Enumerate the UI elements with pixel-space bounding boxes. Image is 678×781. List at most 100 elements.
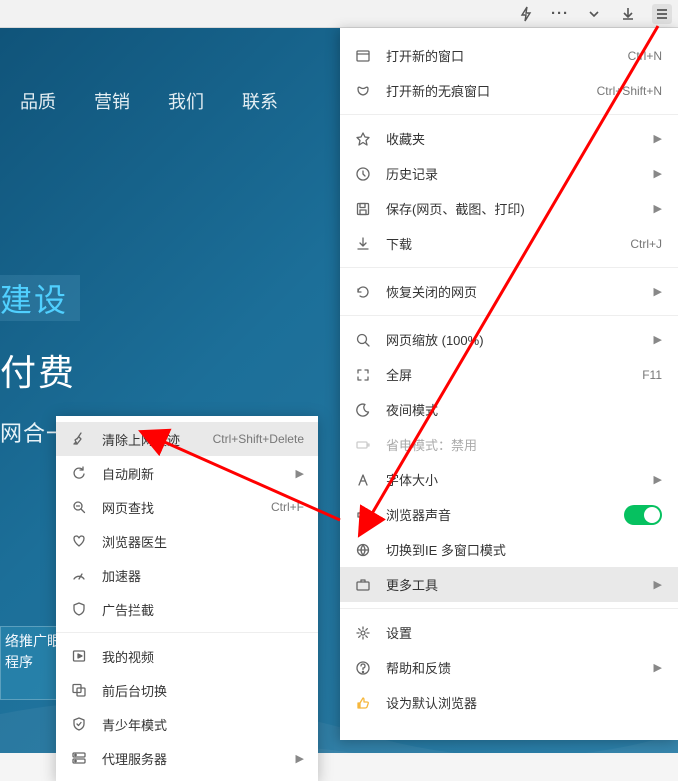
main_menu-item[interactable]: 收藏夹 ▶ — [340, 121, 678, 156]
menu-item-shortcut: Ctrl+N — [628, 49, 662, 63]
menu-item-label: 打开新的无痕窗口 — [386, 81, 583, 100]
reopen-icon — [354, 283, 372, 301]
main_menu-item[interactable]: 打开新的无痕窗口 Ctrl+Shift+N — [340, 73, 678, 108]
gear-icon — [354, 624, 372, 642]
hamburger-menu-button[interactable] — [652, 4, 672, 24]
menu-item-shortcut: Ctrl+F — [271, 500, 304, 514]
browser-main-menu: 打开新的窗口Ctrl+N打开新的无痕窗口Ctrl+Shift+N收藏夹▶历史记录… — [340, 28, 678, 740]
menu-item-label: 打开新的窗口 — [386, 46, 614, 65]
more-icon[interactable]: ··· — [550, 4, 570, 24]
menu-item-label: 全屏 — [386, 365, 628, 384]
menu-item-label: 网页查找 — [102, 498, 257, 517]
main_menu-item[interactable]: 设为默认浏览器 — [340, 685, 678, 720]
browser-toolbar: ··· — [0, 0, 678, 28]
menu-item-shortcut: Ctrl+J — [630, 237, 662, 251]
broom-icon — [70, 430, 88, 448]
main_menu-item[interactable]: 打开新的窗口 Ctrl+N — [340, 38, 678, 73]
chevron-right-icon: ▶ — [296, 752, 304, 765]
menu-separator — [340, 267, 678, 268]
site-nav: 品质 营销 我们 联系 — [20, 88, 278, 114]
submenu-item[interactable]: 加速器 — [56, 558, 318, 592]
menu-item-label: 前后台切换 — [102, 681, 304, 700]
download-icon[interactable] — [618, 4, 638, 24]
menu-item-label: 自动刷新 — [102, 464, 282, 483]
mask-icon — [354, 82, 372, 100]
chevron-right-icon: ▶ — [654, 333, 662, 346]
menu-item-label: 更多工具 — [386, 575, 640, 594]
fullscreen-icon — [354, 366, 372, 384]
menu-item-label: 青少年模式 — [102, 715, 304, 734]
submenu-item[interactable]: 网页查找 Ctrl+F — [56, 490, 318, 524]
submenu-item[interactable]: 自动刷新▶ — [56, 456, 318, 490]
thumb-icon — [354, 694, 372, 712]
main_menu-item[interactable]: 保存(网页、截图、打印) ▶ — [340, 191, 678, 226]
menu-item-shortcut: Ctrl+Shift+N — [597, 84, 662, 98]
main_menu-item[interactable]: 省电模式：禁用 — [340, 427, 678, 462]
submenu-item[interactable]: 我的视频 — [56, 639, 318, 673]
menu-item-label: 我的视频 — [102, 647, 304, 666]
site-nav-item[interactable]: 品质 — [20, 88, 56, 114]
more-tools-submenu: 清除上网痕迹Ctrl+Shift+Delete自动刷新▶网页查找Ctrl+F浏览… — [56, 416, 318, 781]
menu-item-label: 设置 — [386, 623, 662, 642]
moon-icon — [354, 401, 372, 419]
menu-item-label: 广告拦截 — [102, 600, 304, 619]
chevron-right-icon: ▶ — [654, 473, 662, 486]
menu-item-label: 保存(网页、截图、打印) — [386, 199, 640, 218]
site-nav-item[interactable]: 营销 — [94, 88, 130, 114]
submenu-item[interactable]: 清除上网痕迹Ctrl+Shift+Delete — [56, 422, 318, 456]
main_menu-item[interactable]: 历史记录 ▶ — [340, 156, 678, 191]
menu-item-label: 加速器 — [102, 566, 304, 585]
help-icon — [354, 659, 372, 677]
tools-icon — [354, 576, 372, 594]
main_menu-item[interactable]: 全屏F11 — [340, 357, 678, 392]
submenu-item[interactable]: 青少年模式 — [56, 707, 318, 741]
menu-item-label: 字体大小 — [386, 470, 640, 489]
menu-item-label: 下载 — [386, 234, 616, 253]
volume-icon — [354, 506, 372, 524]
main_menu-item[interactable]: 设置 — [340, 615, 678, 650]
menu-item-label: 浏览器医生 — [102, 532, 304, 551]
hero-text-1: 建设 — [0, 275, 80, 321]
menu-separator — [340, 315, 678, 316]
teen-icon — [70, 715, 88, 733]
menu-separator — [340, 114, 678, 115]
menu-item-label: 浏览器声音 — [386, 505, 610, 524]
site-nav-item[interactable]: 联系 — [242, 88, 278, 114]
download-icon — [354, 235, 372, 253]
main_menu-item[interactable]: 更多工具 ▶ — [340, 567, 678, 602]
chevron-right-icon: ▶ — [654, 167, 662, 180]
submenu-item[interactable]: 浏览器医生 — [56, 524, 318, 558]
menu-item-label: 恢复关闭的网页 — [386, 282, 640, 301]
font-icon — [354, 471, 372, 489]
chevron-down-icon[interactable] — [584, 4, 604, 24]
swap-icon — [70, 681, 88, 699]
chevron-right-icon: ▶ — [654, 132, 662, 145]
chevron-right-icon: ▶ — [654, 578, 662, 591]
menu-item-label: 网页缩放 (100%) — [386, 330, 640, 349]
menu-item-label: 切换到IE 多窗口模式 — [386, 540, 662, 559]
main_menu-item[interactable]: 切换到IE 多窗口模式 — [340, 532, 678, 567]
clock-icon — [354, 165, 372, 183]
main_menu-item[interactable]: 恢复关闭的网页 ▶ — [340, 274, 678, 309]
main_menu-item[interactable]: 浏览器声音 — [340, 497, 678, 532]
bolt-icon[interactable] — [516, 4, 536, 24]
chevron-right-icon: ▶ — [654, 285, 662, 298]
toggle-switch[interactable] — [624, 505, 662, 525]
menu-item-label: 收藏夹 — [386, 129, 640, 148]
menu-item-label: 历史记录 — [386, 164, 640, 183]
menu-item-label: 代理服务器 — [102, 749, 282, 768]
submenu-item[interactable]: 广告拦截 — [56, 592, 318, 626]
menu-item-shortcut: Ctrl+Shift+Delete — [213, 432, 304, 446]
menu-item-label: 帮助和反馈 — [386, 658, 640, 677]
main_menu-item[interactable]: 字体大小 ▶ — [340, 462, 678, 497]
battery-icon — [354, 436, 372, 454]
ie-icon — [354, 541, 372, 559]
main_menu-item[interactable]: 下载 Ctrl+J — [340, 226, 678, 261]
submenu-item[interactable]: 前后台切换 — [56, 673, 318, 707]
main_menu-item[interactable]: 夜间模式 — [340, 392, 678, 427]
submenu-item[interactable]: 代理服务器 ▶ — [56, 741, 318, 775]
main_menu-item[interactable]: 帮助和反馈▶ — [340, 650, 678, 685]
main_menu-item[interactable]: 网页缩放 (100%) ▶ — [340, 322, 678, 357]
chevron-right-icon: ▶ — [654, 202, 662, 215]
site-nav-item[interactable]: 我们 — [168, 88, 204, 114]
